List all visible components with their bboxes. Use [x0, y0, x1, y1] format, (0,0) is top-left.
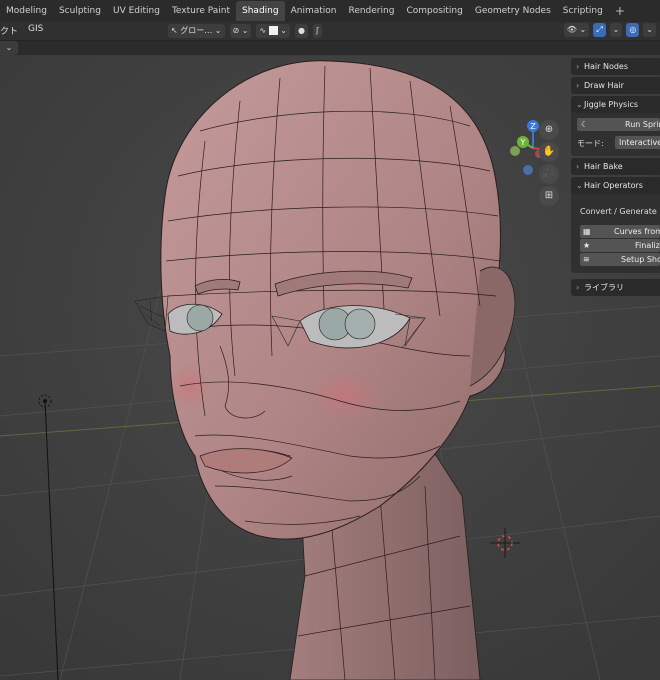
- transform-orientation-value: グロー…: [180, 26, 213, 35]
- panel-hair-operators-header[interactable]: ⌄Hair Operators: [571, 177, 660, 194]
- run-spring-button[interactable]: ☾ Run Spring: [577, 118, 660, 131]
- falloff-dropdown[interactable]: ʃ: [312, 24, 322, 38]
- chevron-right-icon: ›: [576, 283, 580, 292]
- viewport-header: クト GIS ↖ グロー… ⌄ ⊘ ⌄ ∿ ⌄ ● ʃ 👁 ⌄ ⤢ ⌄ ◎ ⌄: [0, 22, 660, 41]
- menu-object[interactable]: クト: [0, 24, 18, 37]
- tool-settings-strip: ⌄: [0, 41, 660, 55]
- zoom-button[interactable]: ⊕: [539, 120, 559, 140]
- menu-gis[interactable]: GIS: [28, 24, 43, 37]
- tab-scripting[interactable]: Scripting: [557, 1, 609, 21]
- chevron-down-icon: ⌄: [241, 26, 249, 35]
- overlay-toggle[interactable]: ◎: [626, 23, 640, 37]
- pivot-icon: ⊘: [232, 26, 240, 35]
- workspace-tabbar: Modeling Sculpting UV Editing Texture Pa…: [0, 0, 660, 23]
- overlay-icon: ◎: [629, 25, 637, 34]
- tab-shading[interactable]: Shading: [236, 1, 285, 21]
- zoom-icon: ⊕: [544, 124, 554, 135]
- eye-icon: 👁: [566, 25, 577, 34]
- chevron-down-icon: ⌄: [576, 100, 583, 109]
- gizmo-icon: ⤢: [596, 25, 603, 34]
- gizmo-neg-z[interactable]: [523, 165, 533, 175]
- pan-button[interactable]: ✋: [539, 142, 559, 162]
- transform-orientation-dropdown[interactable]: ↖ グロー… ⌄: [168, 24, 225, 38]
- panel-jiggle-physics-header[interactable]: ⌄Jiggle Physics: [571, 96, 660, 113]
- panel-hair-nodes[interactable]: › Hair Nodes: [571, 58, 660, 75]
- add-workspace-button[interactable]: +: [609, 4, 631, 18]
- snap-icon: ∿: [259, 26, 267, 35]
- mode-dropdown[interactable]: Interactive: [615, 136, 660, 149]
- grid-icon: ⊞: [544, 190, 554, 201]
- panel-jiggle-physics: ⌄Jiggle Physics ☾ Run Spring モード: Intera…: [571, 96, 660, 156]
- tab-animation[interactable]: Animation: [285, 1, 343, 21]
- chevron-right-icon: ›: [576, 81, 580, 90]
- mode-dropdown[interactable]: ⌄: [0, 41, 18, 55]
- chevron-down-icon: ⌄: [280, 26, 287, 35]
- chevron-down-icon: ⌄: [214, 26, 222, 35]
- tab-uv-editing[interactable]: UV Editing: [107, 1, 166, 21]
- hand-icon: ✋: [542, 146, 556, 157]
- tab-geometry-nodes[interactable]: Geometry Nodes: [469, 1, 557, 21]
- visibility-dropdown[interactable]: 👁 ⌄: [563, 23, 590, 37]
- gizmo-neg-x[interactable]: [510, 146, 520, 156]
- chevron-down-icon: ⌄: [646, 25, 653, 34]
- gizmo-toggle[interactable]: ⤢: [593, 23, 606, 37]
- chevron-down-icon: ⌄: [579, 25, 587, 34]
- panel-library[interactable]: › ライブラリ: [571, 279, 660, 296]
- tab-texture-paint[interactable]: Texture Paint: [166, 1, 236, 21]
- camera-icon: 🎥: [542, 168, 556, 179]
- hair-strands-icon: ≋: [583, 255, 590, 264]
- star-icon: ★: [583, 241, 591, 250]
- svg-text:Z: Z: [530, 122, 536, 131]
- tab-compositing[interactable]: Compositing: [400, 1, 468, 21]
- chevron-down-icon: ⌄: [612, 25, 620, 34]
- panel-draw-hair[interactable]: › Draw Hair: [571, 77, 660, 94]
- svg-text:Y: Y: [520, 138, 526, 147]
- panel-hair-bake[interactable]: › Hair Bake: [571, 158, 660, 175]
- chevron-down-icon: ⌄: [5, 43, 13, 52]
- curves-from-button[interactable]: ▦ Curves from: [580, 225, 660, 238]
- falloff-curve-icon: ʃ: [315, 26, 319, 35]
- gizmo-dropdown[interactable]: ⌄: [609, 23, 623, 37]
- tab-modeling[interactable]: Modeling: [0, 1, 53, 21]
- overlay-dropdown[interactable]: ⌄: [643, 23, 656, 37]
- finalize-button[interactable]: ★ Finalize: [580, 239, 660, 252]
- snap-target-swatch: [268, 26, 278, 35]
- mode-label: モード:: [577, 139, 604, 148]
- chevron-right-icon: ›: [576, 162, 580, 171]
- camera-view-button[interactable]: 🎥: [539, 164, 559, 184]
- transform-orientation-icon: ↖: [171, 26, 178, 35]
- proportional-edit-icon: ●: [297, 26, 305, 35]
- proportional-edit-button[interactable]: ●: [294, 24, 308, 38]
- snap-dropdown[interactable]: ∿ ⌄: [256, 24, 290, 38]
- ortho-toggle-button[interactable]: ⊞: [539, 186, 559, 206]
- grid-icon: ▦: [583, 227, 591, 236]
- pivot-point-dropdown[interactable]: ⊘ ⌄: [229, 24, 252, 38]
- tab-sculpting[interactable]: Sculpting: [53, 1, 107, 21]
- tab-rendering[interactable]: Rendering: [342, 1, 400, 21]
- chevron-down-icon: ⌄: [576, 181, 583, 190]
- sidebar-n-panel: › Hair Nodes › Draw Hair ⌄Jiggle Physics ☾…: [571, 58, 660, 298]
- chevron-right-icon: ›: [576, 62, 580, 71]
- spring-icon: ☾: [581, 120, 589, 129]
- 3d-viewport[interactable]: Z X Y ⊕ ✋ 🎥 ⊞: [0, 56, 660, 680]
- convert-generate-label: Convert / Generate hai: [580, 207, 660, 216]
- panel-hair-operators: ⌄Hair Operators Convert / Generate hai ▦…: [571, 177, 660, 273]
- setup-short-button[interactable]: ≋ Setup Shor: [580, 253, 660, 266]
